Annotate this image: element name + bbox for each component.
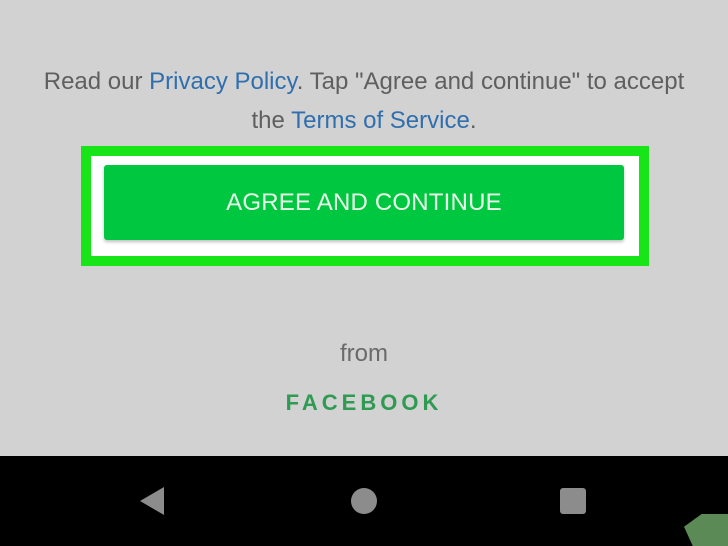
home-circle-icon [351, 488, 377, 514]
back-triangle-icon [140, 487, 164, 515]
terms-text-end: . [469, 107, 477, 134]
terms-text-start: Read our [43, 68, 150, 95]
welcome-screen: Read our Privacy Policy. Tap "Agree and … [0, 0, 728, 456]
corner-decoration [684, 514, 728, 546]
agree-and-continue-button[interactable]: AGREE AND CONTINUE [104, 165, 624, 240]
privacy-policy-link[interactable]: Privacy Policy [149, 68, 297, 95]
home-button[interactable] [324, 456, 404, 546]
from-label: from [340, 340, 388, 367]
recents-button[interactable] [533, 456, 613, 546]
android-navigation-bar [0, 456, 728, 546]
recents-square-icon [560, 488, 586, 514]
back-button[interactable] [112, 456, 192, 546]
terms-of-service-link[interactable]: Terms of Service [291, 107, 470, 134]
facebook-brand: FACEBOOK [285, 390, 443, 415]
terms-text: Read our Privacy Policy. Tap "Agree and … [40, 62, 688, 140]
